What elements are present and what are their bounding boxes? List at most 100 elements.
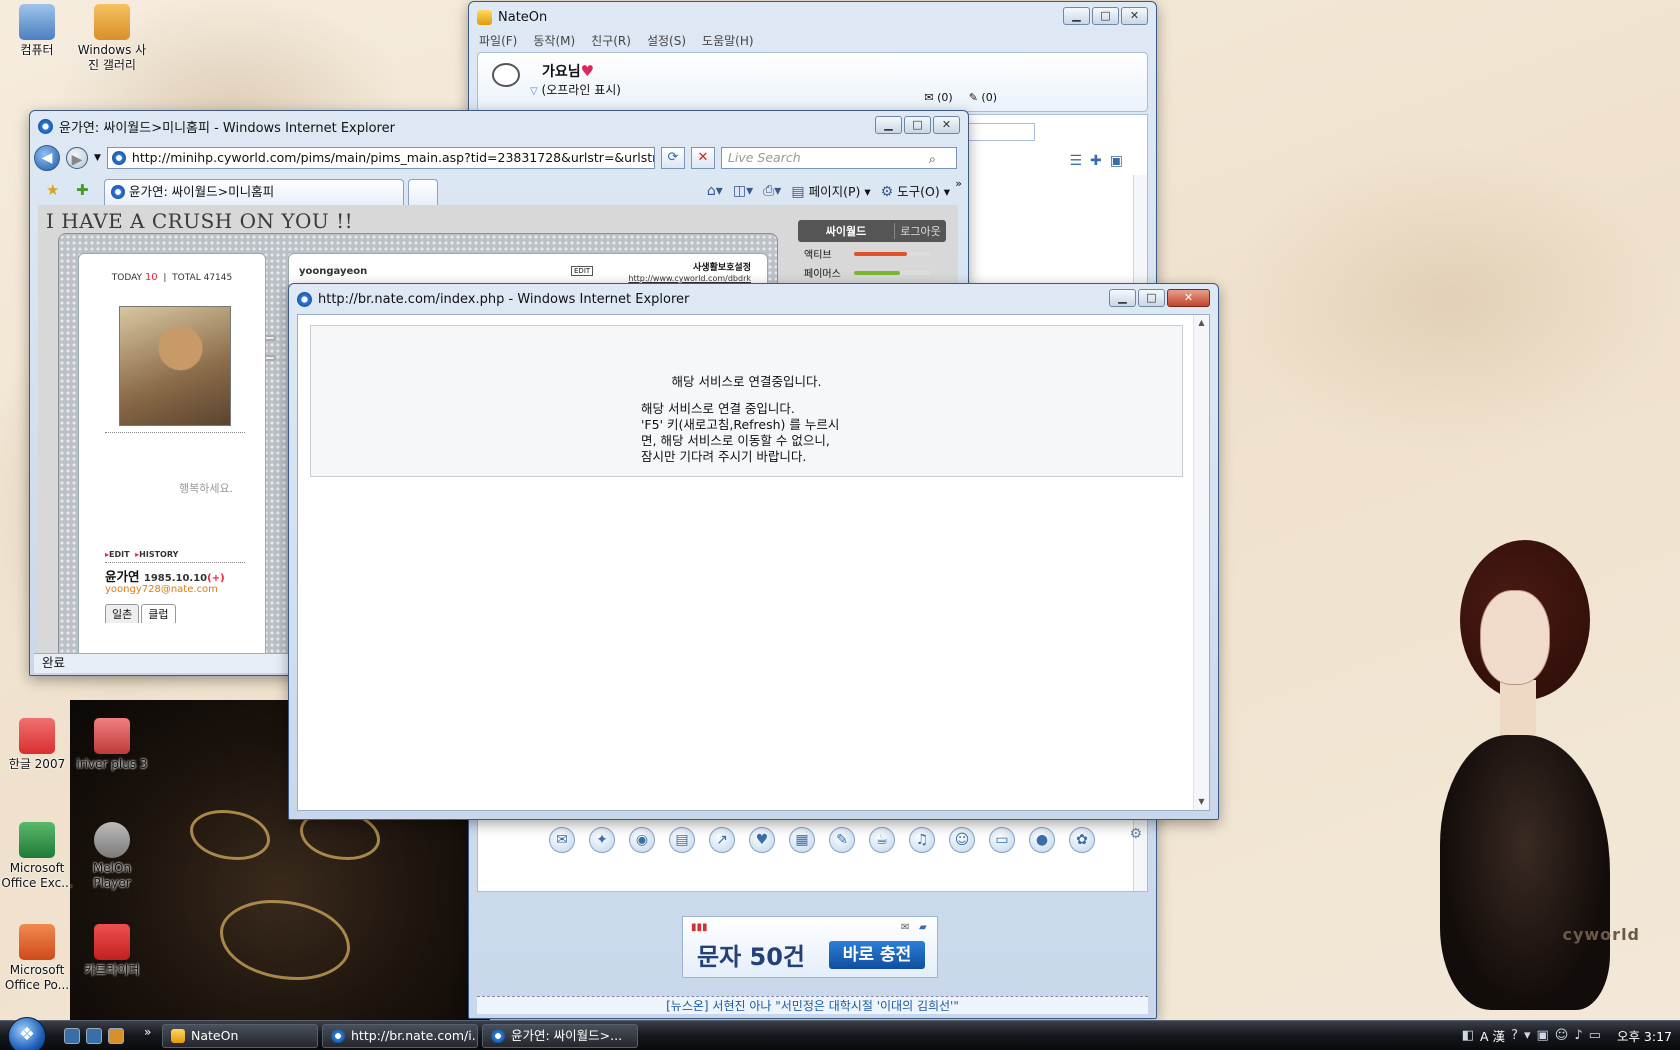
status-selector[interactable]: ▽ (오프라인 표시) — [530, 81, 621, 98]
note-icon[interactable]: ✎ — [829, 827, 855, 853]
music-icon[interactable]: ♫ — [909, 827, 935, 853]
language-bar-icon[interactable]: ◧ — [1462, 1028, 1474, 1043]
free-sms-icon[interactable]: ✉ — [549, 827, 575, 853]
close-button[interactable]: ✕ — [1121, 7, 1148, 25]
profile-photo[interactable] — [119, 306, 231, 426]
forward-button[interactable]: ▶ — [66, 147, 88, 169]
nateon-titlebar[interactable]: NateOn ▁ □ ✕ — [469, 2, 1156, 32]
desktop-icon-computer[interactable]: 컴퓨터 — [1, 4, 73, 58]
messenger-icon[interactable]: ☺ — [1555, 1028, 1569, 1043]
menu-file[interactable]: 파일(F) — [479, 32, 517, 52]
page-menu[interactable]: ▤ 페이지(P) ▾ — [791, 181, 870, 200]
feeds-icon[interactable]: ◫▾ — [733, 183, 753, 199]
menu-friends[interactable]: 친구(R) — [591, 32, 631, 52]
refresh-button[interactable]: ⟳ — [660, 147, 685, 169]
nickname[interactable]: 가요님♥ — [542, 61, 594, 81]
quick-launch-more-icon[interactable]: » — [144, 1025, 151, 1039]
desktop-icon-iriver[interactable]: iriver plus 3 — [76, 718, 148, 772]
desktop-icon-powerpoint[interactable]: Microsoft Office Po... — [1, 924, 73, 993]
logout-button[interactable]: 로그아웃 — [894, 223, 946, 239]
maximize-button[interactable]: □ — [1138, 289, 1165, 307]
history-link[interactable]: HISTORY — [139, 550, 178, 559]
home-icon[interactable]: ⌂▾ — [707, 183, 723, 199]
friend-search-input[interactable] — [960, 123, 1035, 141]
print-icon[interactable]: ⎙▾ — [763, 183, 781, 199]
homepage-url-link[interactable]: http://www.cyworld.com/dbdrk — [628, 274, 751, 283]
scroll-down-icon[interactable]: ▼ — [1194, 794, 1209, 810]
switch-windows-icon[interactable] — [86, 1028, 102, 1044]
close-button[interactable]: ✕ — [1167, 289, 1210, 307]
menu-help[interactable]: 도움말(H) — [702, 32, 754, 52]
new-tab-button[interactable] — [408, 179, 438, 205]
popup-scrollbar[interactable]: ▲ ▼ — [1193, 315, 1209, 810]
menu-action[interactable]: 동작(M) — [533, 32, 575, 52]
maximize-button[interactable]: □ — [904, 116, 931, 134]
network-icon[interactable]: ▣ — [1537, 1028, 1549, 1043]
show-desktop-icon[interactable] — [64, 1028, 80, 1044]
screen-icon[interactable]: ▭ — [989, 827, 1015, 853]
start-button[interactable] — [8, 1017, 46, 1050]
box-icon[interactable]: ▦ — [789, 827, 815, 853]
gift-icon[interactable]: ♥ — [749, 827, 775, 853]
news-ticker[interactable]: [뉴스온] 서현진 아나 "서민정은 대학시절 '이대의 김희선'" — [477, 996, 1148, 1014]
tab-ilchon[interactable]: 일촌 — [105, 604, 140, 623]
profile-email[interactable]: yoongy728@nate.com — [105, 584, 218, 595]
edit-badge[interactable]: EDIT — [571, 266, 594, 276]
search-icon[interactable]: ⌕ — [929, 149, 936, 169]
menu-settings[interactable]: 설정(S) — [647, 32, 686, 52]
task-nateon[interactable]: NateOn — [162, 1024, 318, 1048]
add-group-icon[interactable]: ▣ — [1110, 153, 1123, 169]
close-button[interactable]: ✕ — [933, 116, 960, 134]
scroll-up-icon[interactable]: ▲ — [1194, 315, 1209, 331]
tab-minihompy[interactable]: 윤가연: 싸이월드>미니홈피 — [104, 179, 404, 205]
history-dropdown-icon[interactable]: ▼ — [94, 153, 101, 163]
tools-menu[interactable]: ⚙ 도구(O) ▾ — [881, 181, 950, 200]
stop-button[interactable]: ✕ — [690, 147, 715, 169]
microphone-icon[interactable]: ● — [1029, 827, 1055, 853]
minimize-button[interactable]: ▁ — [1109, 289, 1136, 307]
edit-link[interactable]: EDIT — [109, 550, 130, 559]
cup-icon[interactable]: ☕ — [869, 827, 895, 853]
maximize-button[interactable]: □ — [1092, 7, 1119, 25]
more-commands-icon[interactable]: » — [955, 177, 962, 190]
ie-minihompy-titlebar[interactable]: 윤가연: 싸이월드>미니홈피 - Windows Internet Explor… — [30, 111, 968, 141]
desktop-icon-melon[interactable]: MelOn Player — [76, 822, 148, 891]
file-icon[interactable]: ▤ — [669, 827, 695, 853]
task-ie-minihompy[interactable]: 윤가연: 싸이월드>... — [482, 1024, 638, 1048]
ime-indicator[interactable]: A 漢 — [1480, 1026, 1505, 1045]
stock-icon[interactable]: ↗ — [709, 827, 735, 853]
media-player-icon[interactable] — [108, 1028, 124, 1044]
gear-icon[interactable]: ⚙ — [1129, 826, 1142, 842]
live-search-input[interactable]: Live Search ⌕ — [720, 147, 957, 169]
helper-icon[interactable]: ✿ — [1069, 827, 1095, 853]
desktop-icon-photo-gallery[interactable]: Windows 사진 갤러리 — [76, 4, 148, 73]
desktop-icon-hangul[interactable]: 한글 2007 — [1, 718, 73, 772]
volume-icon[interactable]: ♪ — [1574, 1028, 1582, 1043]
monitor-icon[interactable]: ▭ — [1589, 1028, 1601, 1043]
back-button[interactable]: ◀ — [34, 145, 60, 171]
game-icon[interactable]: ◉ — [629, 827, 655, 853]
mail-counter[interactable]: ✉ (0) — [924, 91, 952, 104]
chat-icon[interactable]: ✦ — [589, 827, 615, 853]
address-bar[interactable]: http://minihp.cyworld.com/pims/main/pims… — [106, 147, 655, 169]
clock[interactable]: 오후 3:17 — [1617, 1026, 1672, 1045]
tray-options-icon[interactable]: ▾ — [1524, 1028, 1531, 1043]
minimize-button[interactable]: ▁ — [875, 116, 902, 134]
sms-ad-banner[interactable]: ▮▮▮ ✉ ▰ 문자 50건 바로 충전 — [682, 916, 938, 978]
ie-popup-titlebar[interactable]: http://br.nate.com/index.php - Windows I… — [289, 284, 1218, 314]
memo-counter[interactable]: ✎ (0) — [969, 91, 997, 104]
charge-now-button[interactable]: 바로 충전 — [829, 941, 925, 969]
tab-club[interactable]: 클럽 — [141, 604, 176, 623]
list-view-icon[interactable]: ☰ — [1069, 153, 1082, 169]
add-favorites-icon[interactable]: ✚ — [76, 181, 89, 199]
help-icon[interactable]: ? — [1511, 1028, 1518, 1043]
task-ie-popup[interactable]: http://br.nate.com/i... — [322, 1024, 478, 1048]
window-title: 윤가연: 싸이월드>미니홈피 - Windows Internet Explor… — [59, 120, 395, 136]
minimize-button[interactable]: ▁ — [1063, 7, 1090, 25]
privacy-settings-link[interactable]: 사생활보호설정 — [693, 260, 751, 273]
avatar-icon[interactable]: ☺ — [949, 827, 975, 853]
favorites-star-icon[interactable]: ★ — [46, 181, 59, 199]
desktop-icon-kartrider[interactable]: 카트라이더 — [76, 924, 148, 978]
add-friend-icon[interactable]: ✚ — [1090, 153, 1102, 169]
desktop-icon-excel[interactable]: Microsoft Office Exc... — [1, 822, 73, 891]
